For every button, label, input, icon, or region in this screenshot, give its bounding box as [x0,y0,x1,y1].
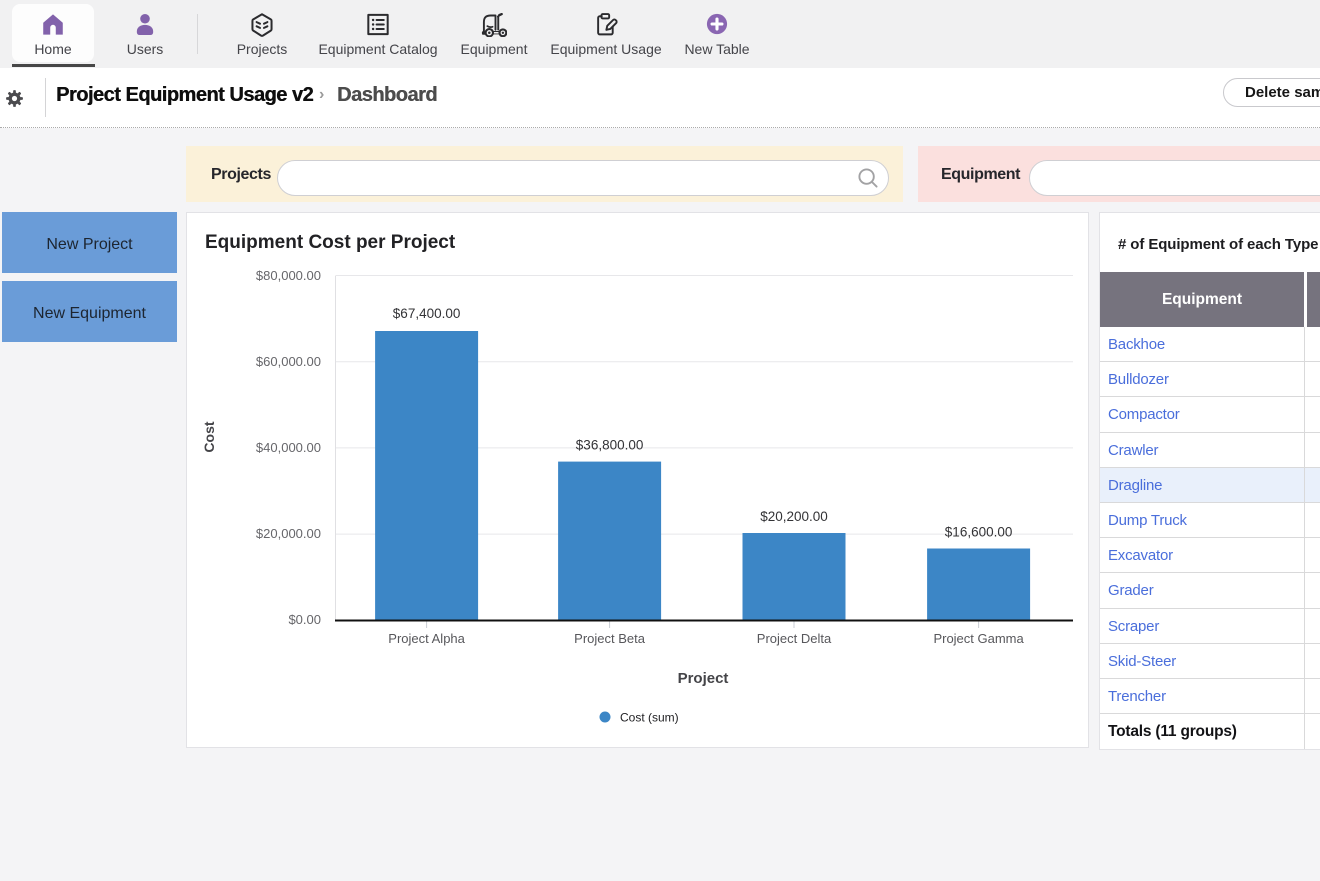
svg-text:Project Delta: Project Delta [757,631,832,646]
svg-text:Project: Project [678,670,729,687]
svg-text:$20,200.00: $20,200.00 [760,509,828,524]
svg-text:Project Alpha: Project Alpha [388,631,465,646]
svg-text:$16,600.00: $16,600.00 [945,525,1013,540]
svg-text:$80,000.00: $80,000.00 [256,268,321,283]
svg-text:$0.00: $0.00 [288,612,321,627]
svg-text:Cost: Cost [201,421,217,452]
svg-text:$60,000.00: $60,000.00 [256,354,321,369]
svg-text:$20,000.00: $20,000.00 [256,526,321,541]
svg-text:$36,800.00: $36,800.00 [576,438,644,453]
svg-text:Cost (sum): Cost (sum) [620,711,679,725]
svg-text:$67,400.00: $67,400.00 [393,306,461,321]
svg-text:Equipment Cost per Project: Equipment Cost per Project [205,232,456,253]
svg-text:Project Beta: Project Beta [574,631,646,646]
svg-text:Project Gamma: Project Gamma [933,631,1024,646]
svg-text:$40,000.00: $40,000.00 [256,440,321,455]
